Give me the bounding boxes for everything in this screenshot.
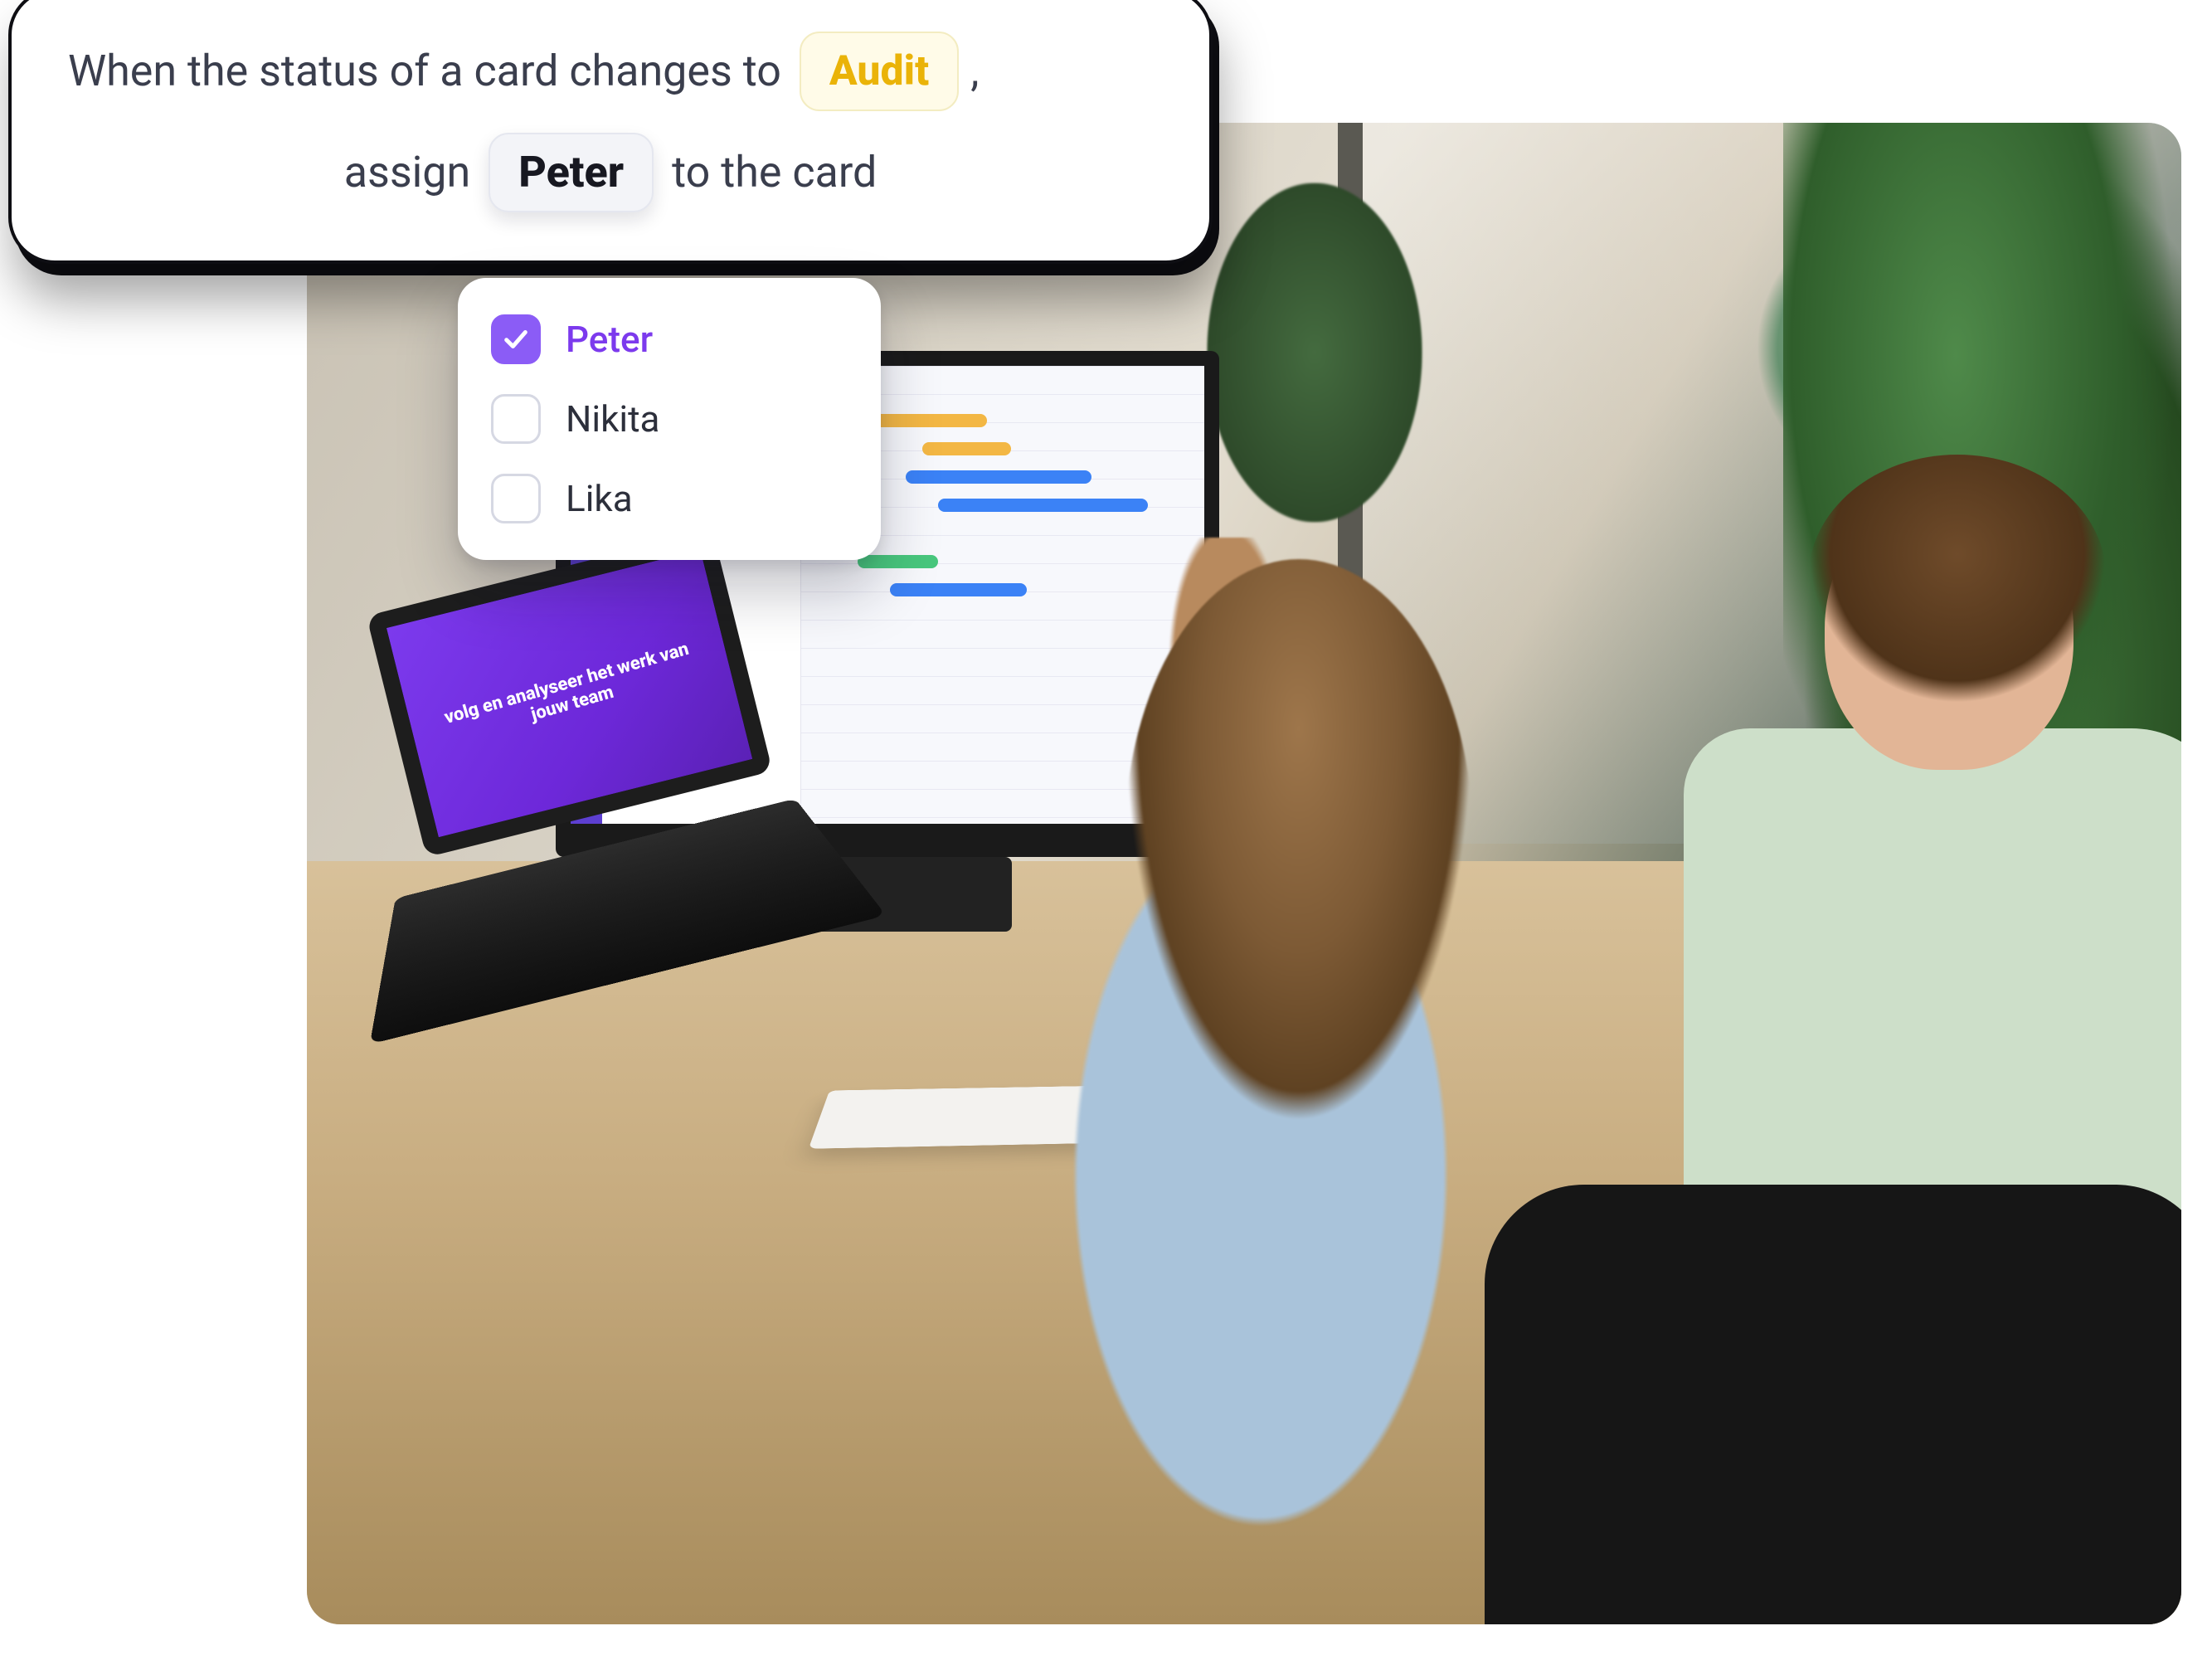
rule-comma: , <box>970 36 979 107</box>
checkbox-icon[interactable] <box>491 314 541 364</box>
laptop-screen: volg en analyseer het werk van jouw team <box>367 529 773 857</box>
assignee-chip[interactable]: Peter <box>489 133 654 212</box>
assignee-option[interactable]: Lika <box>483 459 856 538</box>
checkbox-icon[interactable] <box>491 394 541 444</box>
rule-trigger-text: When the status of a card changes to <box>68 36 781 107</box>
assignee-dropdown[interactable]: Peter Nikita Lika <box>458 278 881 560</box>
rule-line-action: assign Peter to the card <box>68 133 1153 212</box>
laptop-headline-text: volg en analyseer het werk van jouw team <box>406 621 732 766</box>
rule-action-suffix: to the card <box>672 137 877 208</box>
office-chair <box>1485 1185 2181 1624</box>
gantt-bar <box>873 414 986 427</box>
automation-rule-card: When the status of a card changes to Aud… <box>8 0 1213 264</box>
gantt-bar <box>922 442 1011 455</box>
rule-action-prefix: assign <box>344 137 471 208</box>
assignee-option[interactable]: Nikita <box>483 379 856 459</box>
gantt-bar <box>938 499 1148 512</box>
status-chip[interactable]: Audit <box>800 32 959 111</box>
assignee-option-label: Lika <box>566 477 633 520</box>
assignee-option[interactable]: Peter <box>483 299 856 379</box>
person-hair <box>1808 455 2107 703</box>
rule-line-trigger: When the status of a card changes to Aud… <box>68 32 1153 111</box>
assignee-option-label: Nikita <box>566 397 659 441</box>
gantt-bar <box>906 470 1091 484</box>
assignee-option-label: Peter <box>566 318 653 361</box>
laptop-hero: volg en analyseer het werk van jouw team <box>386 550 752 838</box>
checkbox-icon[interactable] <box>491 474 541 523</box>
plant-decor <box>1207 183 1422 523</box>
